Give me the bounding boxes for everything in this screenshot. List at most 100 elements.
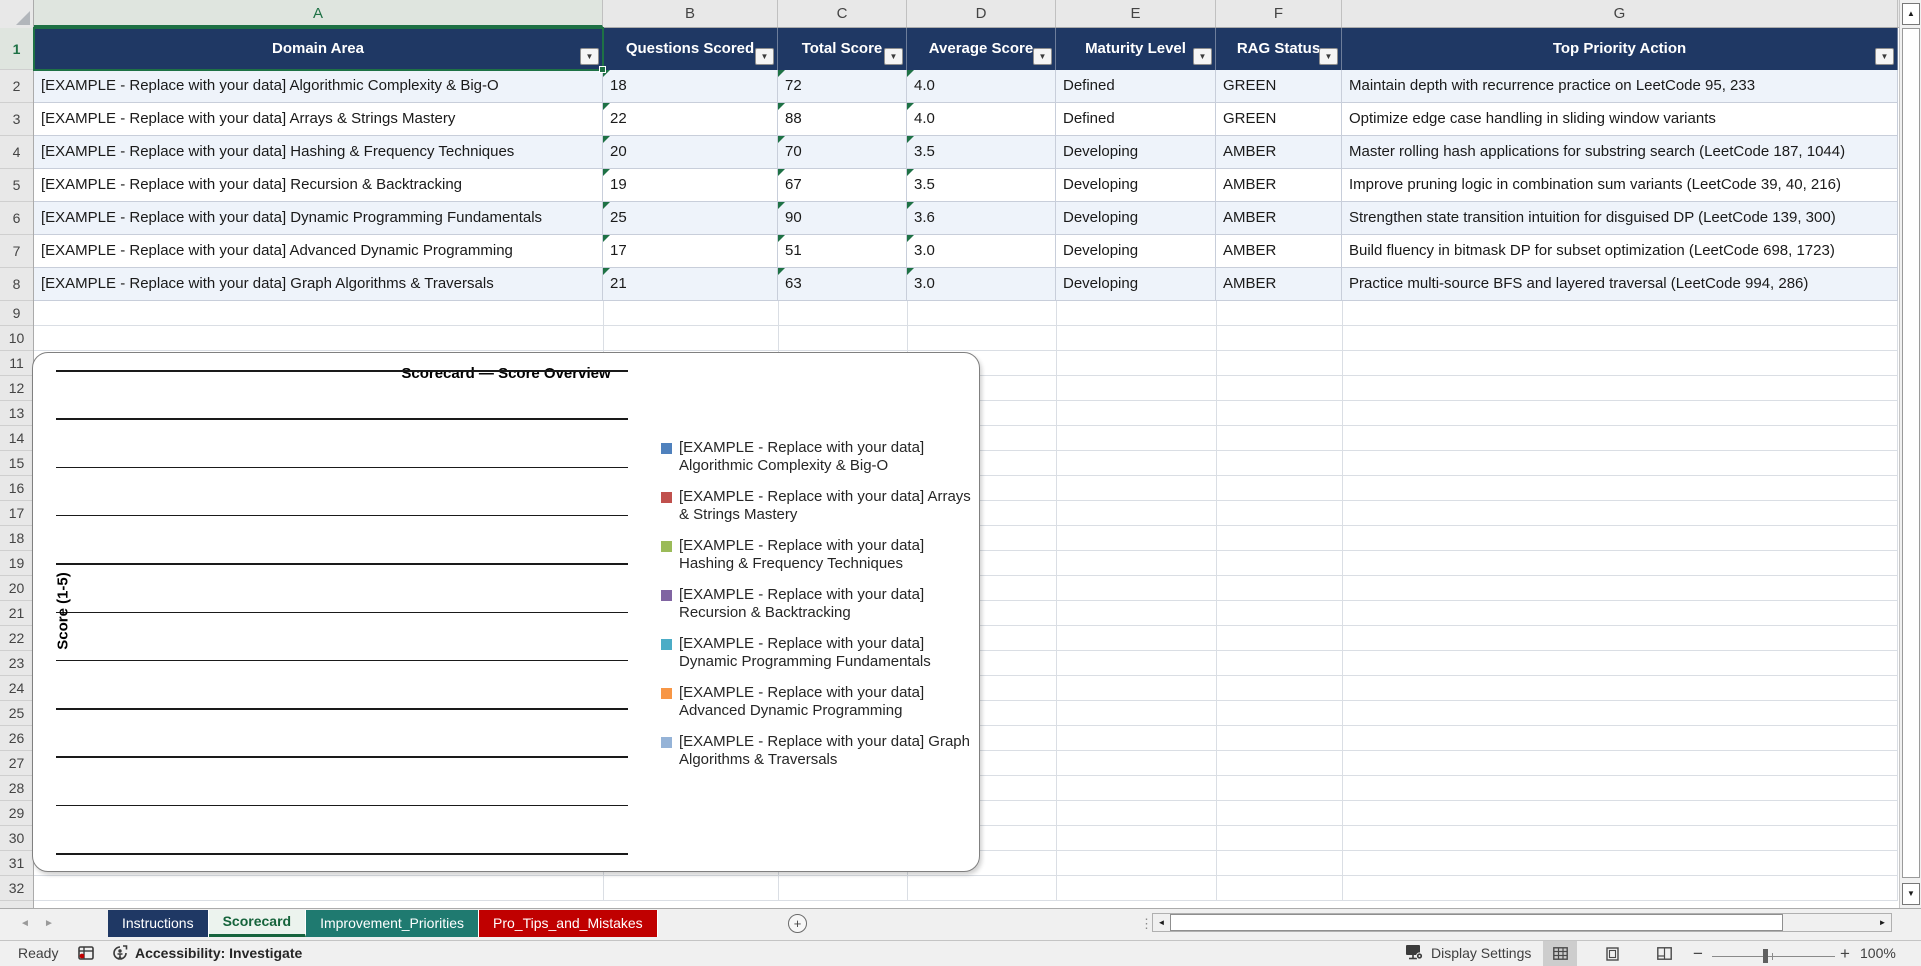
table-cell-action[interactable]: Optimize edge case handling in sliding w… <box>1342 103 1898 136</box>
table-cell-rag[interactable]: AMBER <box>1216 202 1342 235</box>
table-header-maturity[interactable]: Maturity Level ▼ <box>1056 28 1216 70</box>
table-cell-maturity[interactable]: Developing <box>1056 136 1216 169</box>
table-cell-maturity[interactable]: Defined <box>1056 70 1216 103</box>
table-cell-action[interactable]: Improve pruning logic in combination sum… <box>1342 169 1898 202</box>
column-header-B[interactable]: B <box>603 0 778 27</box>
column-header-F[interactable]: F <box>1216 0 1342 27</box>
table-cell-rag[interactable]: AMBER <box>1216 136 1342 169</box>
table-header-action[interactable]: Top Priority Action ▼ <box>1342 28 1898 70</box>
table-cell-rag[interactable]: AMBER <box>1216 268 1342 301</box>
accessibility-status[interactable]: Accessibility: Investigate <box>112 945 302 961</box>
table-cell-maturity[interactable]: Developing <box>1056 169 1216 202</box>
select-all-button[interactable] <box>0 0 34 28</box>
row-header-14[interactable]: 14 <box>0 426 33 451</box>
scroll-right-button[interactable]: ► <box>1874 914 1891 931</box>
table-cell-action[interactable]: Maintain depth with recurrence practice … <box>1342 70 1898 103</box>
vertical-scrollbar-thumb[interactable] <box>1902 28 1920 878</box>
row-header-12[interactable]: 12 <box>0 376 33 401</box>
horizontal-scrollbar[interactable]: ◄ ► <box>1152 913 1892 932</box>
row-header-15[interactable]: 15 <box>0 451 33 476</box>
sheet-tab-pro_tips_and_mistakes[interactable]: Pro_Tips_and_Mistakes <box>479 910 658 937</box>
row-header-30[interactable]: 30 <box>0 826 33 851</box>
column-header-E[interactable]: E <box>1056 0 1216 27</box>
filter-dropdown-icon[interactable]: ▼ <box>1193 48 1212 65</box>
table-cell-questions[interactable]: 17 <box>603 235 778 268</box>
table-cell-domain[interactable]: [EXAMPLE - Replace with your data] Dynam… <box>34 202 603 235</box>
table-cell-total[interactable]: 88 <box>778 103 907 136</box>
display-settings-button[interactable]: Display Settings <box>1405 944 1531 961</box>
row-header-3[interactable]: 3 <box>0 103 33 136</box>
table-cell-total[interactable]: 51 <box>778 235 907 268</box>
filter-dropdown-icon[interactable]: ▼ <box>1875 48 1894 65</box>
column-header-D[interactable]: D <box>907 0 1056 27</box>
table-cell-domain[interactable]: [EXAMPLE - Replace with your data] Recur… <box>34 169 603 202</box>
table-cell-maturity[interactable]: Defined <box>1056 103 1216 136</box>
view-page-layout-button[interactable] <box>1595 941 1629 966</box>
row-header-20[interactable]: 20 <box>0 576 33 601</box>
macro-record-icon[interactable] <box>78 946 94 963</box>
row-header-19[interactable]: 19 <box>0 551 33 576</box>
table-cell-average[interactable]: 3.0 <box>907 235 1056 268</box>
row-header-23[interactable]: 23 <box>0 651 33 676</box>
row-header-4[interactable]: 4 <box>0 136 33 169</box>
sheet-tab-improvement_priorities[interactable]: Improvement_Priorities <box>306 910 480 937</box>
table-header-questions[interactable]: Questions Scored ▼ <box>603 28 778 70</box>
table-cell-average[interactable]: 3.5 <box>907 169 1056 202</box>
row-header-2[interactable]: 2 <box>0 70 33 103</box>
row-header-24[interactable]: 24 <box>0 676 33 701</box>
column-header-G[interactable]: G <box>1342 0 1898 27</box>
table-header-total[interactable]: Total Score ▼ <box>778 28 907 70</box>
filter-dropdown-icon[interactable]: ▼ <box>884 48 903 65</box>
zoom-slider[interactable] <box>1712 949 1835 963</box>
zoom-out-button[interactable]: − <box>1693 944 1703 964</box>
scroll-up-button[interactable]: ▲ <box>1902 3 1920 25</box>
chart-scorecard-overview[interactable]: Scorecard — Score Overview Score (1-5) [… <box>32 352 980 872</box>
table-header-rag[interactable]: RAG Status ▼ <box>1216 28 1342 70</box>
table-cell-rag[interactable]: AMBER <box>1216 235 1342 268</box>
table-cell-rag[interactable]: GREEN <box>1216 103 1342 136</box>
row-header-11[interactable]: 11 <box>0 351 33 376</box>
row-header-25[interactable]: 25 <box>0 701 33 726</box>
row-header-18[interactable]: 18 <box>0 526 33 551</box>
view-normal-button[interactable] <box>1543 941 1577 966</box>
table-cell-average[interactable]: 3.5 <box>907 136 1056 169</box>
table-cell-questions[interactable]: 20 <box>603 136 778 169</box>
row-header-22[interactable]: 22 <box>0 626 33 651</box>
zoom-slider-thumb[interactable] <box>1763 949 1768 963</box>
table-cell-average[interactable]: 4.0 <box>907 70 1056 103</box>
filter-dropdown-icon[interactable]: ▼ <box>755 48 774 65</box>
filter-dropdown-icon[interactable]: ▼ <box>580 48 599 65</box>
horizontal-scrollbar-thumb[interactable] <box>1170 914 1783 931</box>
table-cell-questions[interactable]: 19 <box>603 169 778 202</box>
row-header-29[interactable]: 29 <box>0 801 33 826</box>
table-cell-domain[interactable]: [EXAMPLE - Replace with your data] Advan… <box>34 235 603 268</box>
scroll-down-button[interactable]: ▼ <box>1902 883 1920 905</box>
row-header-26[interactable]: 26 <box>0 726 33 751</box>
row-header-31[interactable]: 31 <box>0 851 33 876</box>
table-cell-action[interactable]: Practice multi-source BFS and layered tr… <box>1342 268 1898 301</box>
sheet-next-icon[interactable]: ► <box>44 918 54 929</box>
table-cell-maturity[interactable]: Developing <box>1056 268 1216 301</box>
table-cell-action[interactable]: Strengthen state transition intuition fo… <box>1342 202 1898 235</box>
table-cell-rag[interactable]: AMBER <box>1216 169 1342 202</box>
vertical-scrollbar[interactable]: ▲ ▼ <box>1899 0 1921 908</box>
table-cell-questions[interactable]: 25 <box>603 202 778 235</box>
row-header-28[interactable]: 28 <box>0 776 33 801</box>
table-cell-domain[interactable]: [EXAMPLE - Replace with your data] Graph… <box>34 268 603 301</box>
row-header-1[interactable]: 1 <box>0 28 33 70</box>
sheet-prev-icon[interactable]: ◄ <box>20 918 30 929</box>
table-cell-average[interactable]: 3.0 <box>907 268 1056 301</box>
table-cell-questions[interactable]: 21 <box>603 268 778 301</box>
row-header-5[interactable]: 5 <box>0 169 33 202</box>
table-header-domain[interactable]: Domain Area ▼ <box>34 28 603 70</box>
row-header-6[interactable]: 6 <box>0 202 33 235</box>
table-cell-action[interactable]: Master rolling hash applications for sub… <box>1342 136 1898 169</box>
row-header-17[interactable]: 17 <box>0 501 33 526</box>
table-cell-domain[interactable]: [EXAMPLE - Replace with your data] Hashi… <box>34 136 603 169</box>
row-header-16[interactable]: 16 <box>0 476 33 501</box>
table-cell-total[interactable]: 90 <box>778 202 907 235</box>
column-header-C[interactable]: C <box>778 0 907 27</box>
row-header-13[interactable]: 13 <box>0 401 33 426</box>
table-cell-domain[interactable]: [EXAMPLE - Replace with your data] Algor… <box>34 70 603 103</box>
table-cell-average[interactable]: 4.0 <box>907 103 1056 136</box>
